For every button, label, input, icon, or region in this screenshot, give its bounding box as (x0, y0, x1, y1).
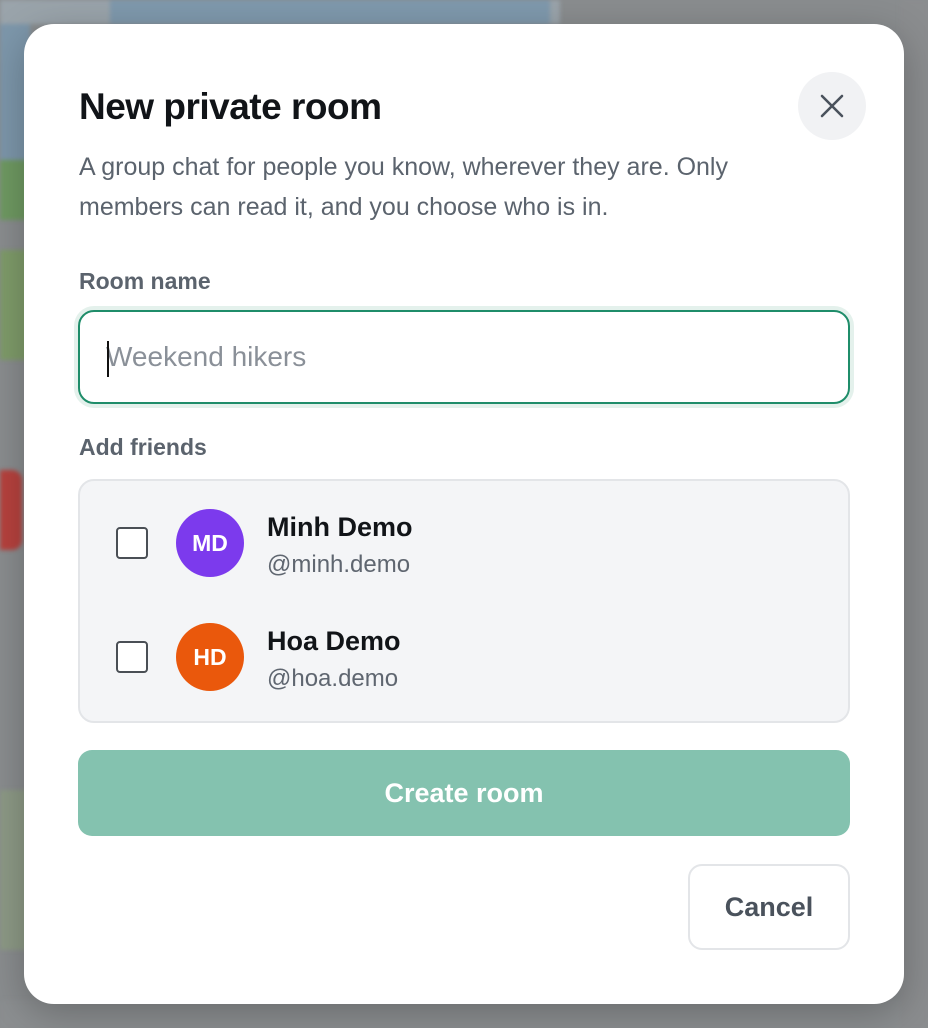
avatar: HD (176, 623, 244, 691)
avatar: MD (176, 509, 244, 577)
room-name-field (78, 310, 850, 404)
dialog-title: New private room (79, 86, 382, 127)
dialog-description: A group chat for people you know, wherev… (79, 153, 728, 221)
friend-checkbox[interactable] (116, 527, 148, 559)
friend-handle: @minh.demo (267, 551, 411, 578)
friend-handle: @hoa.demo (267, 665, 399, 692)
room-name-input[interactable] (80, 312, 848, 402)
friend-name: Hoa Demo (267, 626, 401, 656)
friend-checkbox[interactable] (116, 641, 148, 673)
close-button[interactable] (798, 72, 866, 140)
room-name-label: Room name (79, 268, 211, 294)
close-icon (820, 94, 844, 118)
friend-row[interactable]: HD Hoa Demo @hoa.demo (80, 609, 848, 709)
create-room-button[interactable]: Create room (78, 750, 850, 836)
new-room-dialog: New private room A group chat for people… (24, 24, 904, 1004)
friend-name: Minh Demo (267, 512, 413, 542)
add-friends-label: Add friends (79, 434, 207, 460)
cancel-button[interactable]: Cancel (688, 864, 850, 950)
text-caret (107, 341, 109, 377)
friends-list: MD Minh Demo @minh.demo HD Hoa Demo @hoa… (78, 479, 850, 723)
friend-row[interactable]: MD Minh Demo @minh.demo (80, 495, 848, 595)
